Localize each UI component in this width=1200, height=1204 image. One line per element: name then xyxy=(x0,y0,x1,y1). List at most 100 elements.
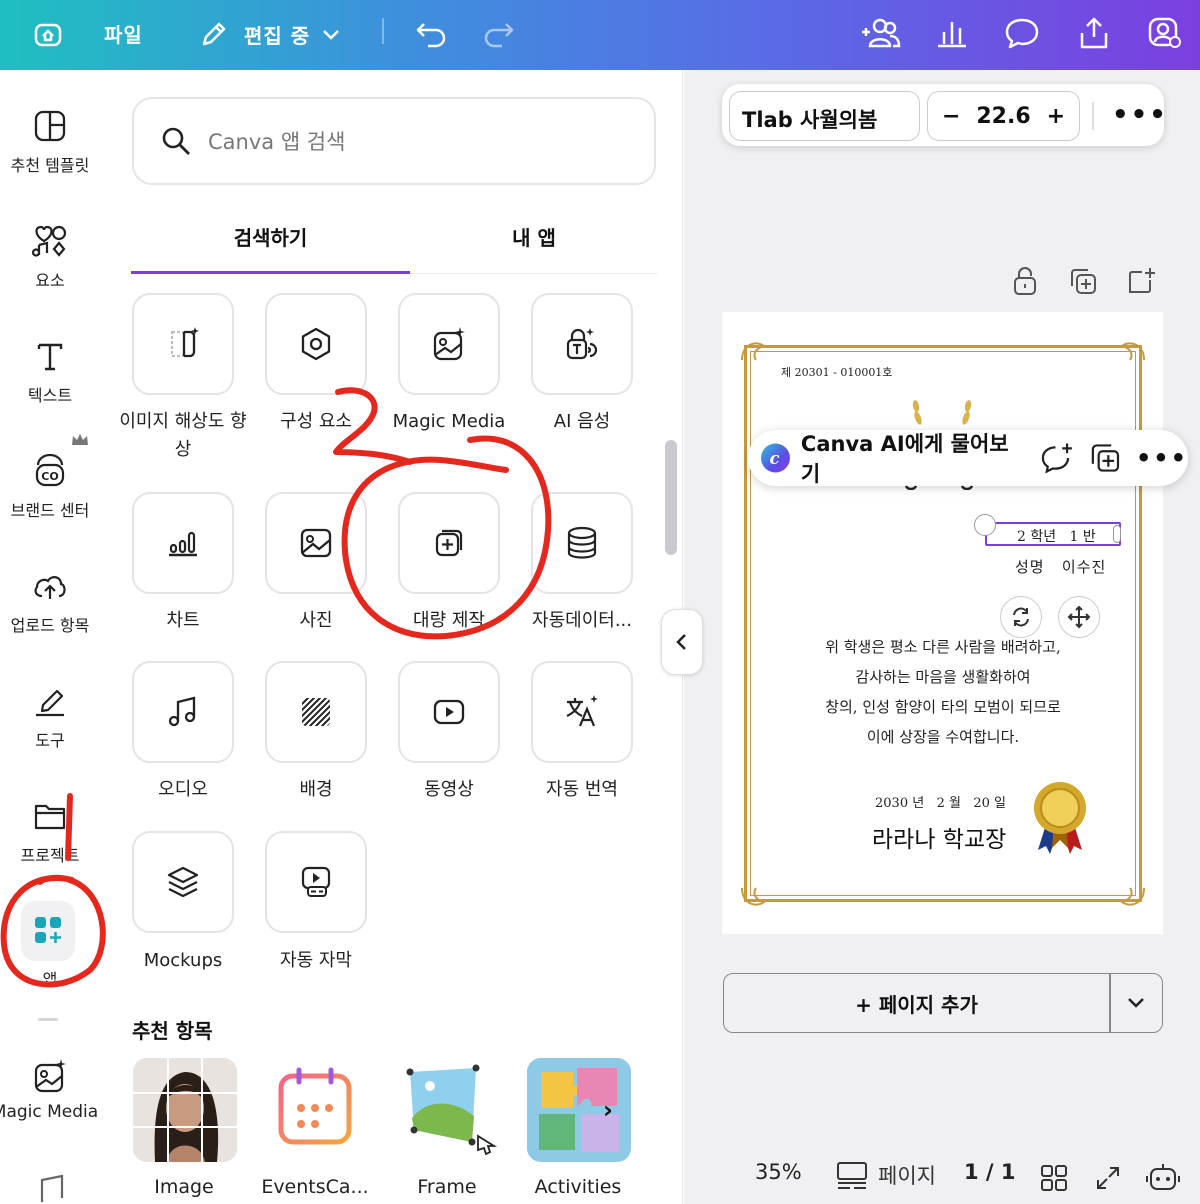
tab-search[interactable]: 검색하기 xyxy=(131,222,410,251)
app-tile-photos[interactable] xyxy=(265,492,367,594)
text-t-icon xyxy=(37,343,63,371)
app-label: Magic Media xyxy=(392,411,506,432)
rail-item-label: 브랜드 센터 xyxy=(10,501,90,520)
rotate-handle[interactable] xyxy=(974,514,996,536)
laurel-icon xyxy=(912,400,972,425)
pencil-icon xyxy=(202,22,226,46)
app-tile-ai-voice[interactable] xyxy=(531,293,633,395)
app-tile-autofill[interactable] xyxy=(531,492,633,594)
student-name[interactable]: 성명 이수진 xyxy=(1015,556,1106,577)
rail-item-uploads[interactable]: 업로드 항목 xyxy=(0,566,100,636)
app-tile-videos[interactable] xyxy=(398,661,500,763)
app-label: 대량 제작 xyxy=(413,610,485,631)
lock-icon[interactable] xyxy=(1011,266,1039,296)
resize-handle[interactable] xyxy=(1113,525,1121,543)
redo-button[interactable] xyxy=(478,14,520,54)
toolbar-divider xyxy=(382,18,384,44)
rail-item-projects[interactable]: 프로젝트 xyxy=(0,796,100,866)
add-page-options-button[interactable] xyxy=(1110,974,1162,1032)
account-button[interactable] xyxy=(1142,12,1186,54)
rail-item-text[interactable]: 텍스트 xyxy=(0,336,100,406)
font-size-stepper[interactable]: − 22.6 + xyxy=(927,91,1080,141)
recommended-card-frame[interactable] xyxy=(398,1058,502,1162)
rail-item-label: Magic Media xyxy=(0,1102,99,1122)
app-label: 사진 xyxy=(299,610,333,631)
elements-icon xyxy=(32,225,67,257)
people-plus-icon xyxy=(862,18,901,48)
canva-ai-logo-icon: c xyxy=(760,443,790,473)
carousel-next-icon[interactable]: › xyxy=(603,1096,629,1124)
add-page-icon[interactable] xyxy=(1126,266,1156,296)
recommended-label: Image xyxy=(154,1176,214,1198)
home-icon xyxy=(34,23,62,47)
undo-button[interactable] xyxy=(410,14,452,54)
edit-mode-dropdown[interactable]: 편집 중 xyxy=(198,14,342,54)
app-tile-translate[interactable] xyxy=(531,661,633,763)
body-line: 이에 상장을 수여합니다. xyxy=(866,728,1020,746)
rail-item-apps[interactable] xyxy=(21,901,75,961)
decrease-size-button[interactable]: − xyxy=(942,104,960,129)
rail-item-elements[interactable]: 요소 xyxy=(0,221,100,291)
folder-icon xyxy=(34,804,66,830)
certificate-body[interactable]: 위 학생은 평소 다른 사람을 배려하고, 감사하는 마음을 생활화하여 창의,… xyxy=(770,632,1116,752)
certificate-signer[interactable]: 라라나 학교장 xyxy=(872,820,1006,854)
app-tile-magic-media[interactable] xyxy=(398,293,500,395)
insights-button[interactable] xyxy=(930,12,974,54)
app-label: 구성 요소 xyxy=(280,411,352,432)
move-icon xyxy=(1067,605,1091,629)
body-line: 감사하는 마음을 생활화하여 xyxy=(855,668,1031,686)
crown-icon xyxy=(70,432,90,448)
layers-icon xyxy=(167,866,199,898)
frame-landscape-icon xyxy=(398,1058,502,1162)
rail-divider xyxy=(38,1018,58,1021)
recommended-card-eventscal[interactable] xyxy=(265,1058,369,1162)
rail-item-brand[interactable]: CO 브랜드 센터 xyxy=(0,451,100,521)
app-tile-mockups[interactable] xyxy=(132,831,234,933)
recommended-card-image[interactable] xyxy=(133,1058,237,1162)
magic-image-icon xyxy=(34,1059,66,1093)
app-tile-upscale[interactable] xyxy=(132,293,234,395)
edit-mode-label: 편집 중 xyxy=(244,23,311,48)
share-people-button[interactable] xyxy=(858,12,904,54)
grid-view-icon[interactable] xyxy=(1040,1164,1068,1192)
increase-size-button[interactable]: + xyxy=(1047,104,1065,129)
upload-share-button[interactable] xyxy=(1072,12,1116,54)
certificate-number[interactable]: 제 20301 - 010001호 xyxy=(781,364,892,380)
more-options-icon[interactable]: ••• xyxy=(1136,444,1188,472)
app-tile-audio[interactable] xyxy=(132,661,234,763)
duplicate-page-icon[interactable] xyxy=(1068,266,1098,296)
pages-view-button[interactable]: 페이지 xyxy=(836,1160,936,1190)
rail-item-tools[interactable]: 도구 xyxy=(0,681,100,751)
comment-add-icon[interactable] xyxy=(1040,441,1075,475)
app-tile-components[interactable] xyxy=(265,293,367,395)
font-size-value: 22.6 xyxy=(976,103,1031,129)
panel-scrollbar[interactable] xyxy=(665,440,677,555)
rail-item-label: 텍스트 xyxy=(27,386,73,405)
chevron-left-icon xyxy=(676,634,686,650)
grade-text-box[interactable]: 2 학년 1 반 xyxy=(985,522,1121,546)
app-search-input[interactable]: Canva 앱 검색 xyxy=(132,97,656,185)
copy-add-icon[interactable] xyxy=(1089,441,1122,475)
home-button[interactable] xyxy=(28,14,68,54)
add-page-button[interactable]: + 페이지 추가 xyxy=(724,974,1109,1032)
template-icon xyxy=(34,110,66,142)
more-options-icon[interactable]: ••• xyxy=(1112,100,1168,130)
app-tile-captions[interactable] xyxy=(265,831,367,933)
rail-item-templates[interactable]: 추천 템플릿 xyxy=(0,106,100,176)
comments-button[interactable] xyxy=(1000,12,1044,54)
file-menu-button[interactable]: 파일 xyxy=(104,16,143,50)
app-tile-charts[interactable] xyxy=(132,492,234,594)
fullscreen-icon[interactable] xyxy=(1094,1164,1122,1192)
app-tile-bulk-create[interactable] xyxy=(398,492,500,594)
recommended-label: Frame xyxy=(417,1176,477,1198)
font-family-select[interactable]: Tlab 사월의봄 xyxy=(729,91,920,141)
tab-my-apps[interactable]: 내 앱 xyxy=(410,222,658,251)
certificate-date[interactable]: 2030 년 2 월 20 일 xyxy=(875,792,1006,811)
zoom-level[interactable]: 35% xyxy=(755,1160,802,1184)
music-icon[interactable] xyxy=(30,1172,66,1204)
assistant-icon[interactable] xyxy=(1146,1160,1180,1194)
recommended-card-activities[interactable]: › xyxy=(527,1058,631,1162)
rail-item-magic-media[interactable]: Magic Media xyxy=(0,1056,100,1122)
collapse-panel-button[interactable] xyxy=(661,609,703,675)
app-tile-backgrounds[interactable] xyxy=(265,661,367,763)
